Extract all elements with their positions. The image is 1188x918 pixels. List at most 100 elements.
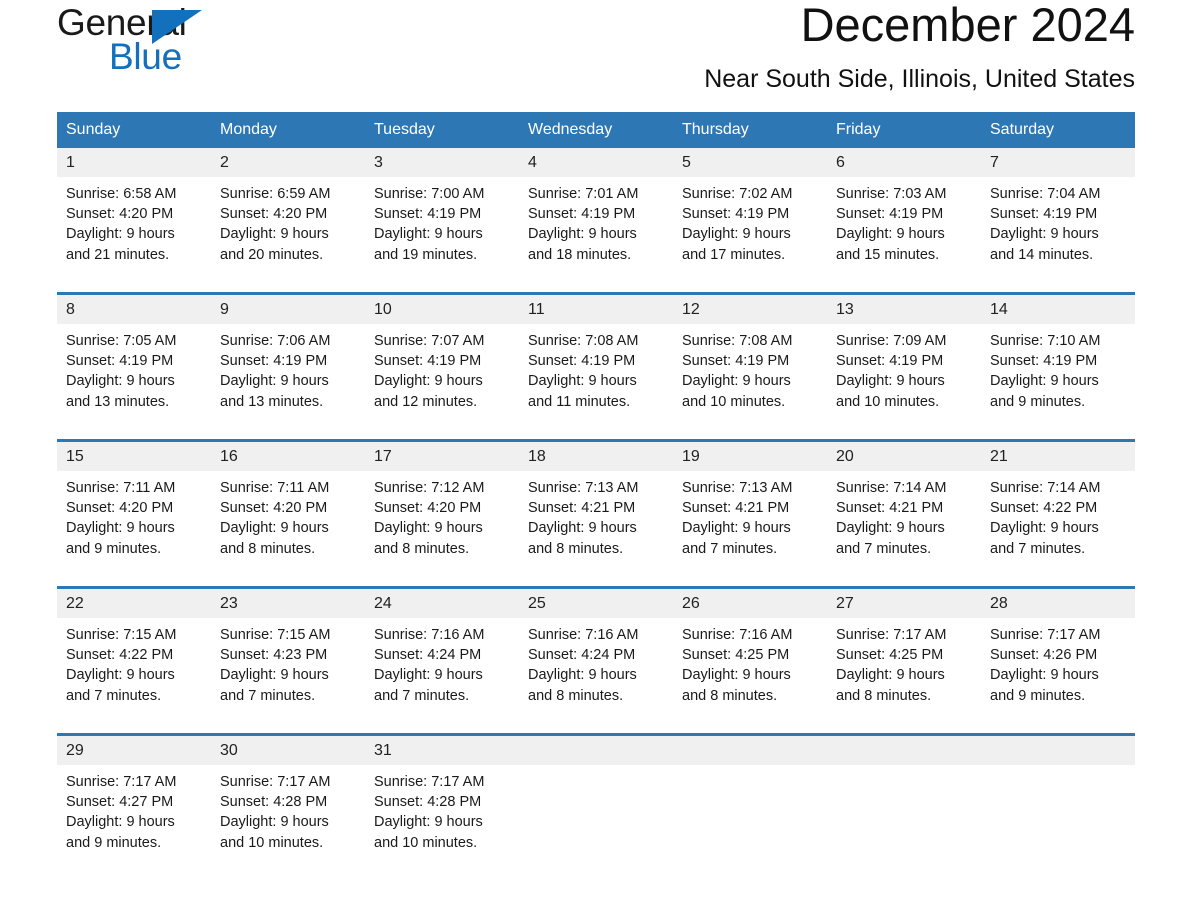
- day-number-cell[interactable]: 12: [673, 292, 827, 324]
- day-detail-cell[interactable]: Sunrise: 7:00 AM Sunset: 4:19 PM Daylight:…: [365, 177, 519, 294]
- day-detail-cell[interactable]: Sunrise: 7:10 AM Sunset: 4:19 PM Daylight:…: [981, 324, 1135, 441]
- day-detail-cell[interactable]: Sunrise: 7:02 AM Sunset: 4:19 PM Daylight:…: [673, 177, 827, 294]
- sunrise-text: Sunrise: 7:15 AM: [66, 627, 177, 643]
- general-blue-logo[interactable]: General Blue: [57, 4, 357, 90]
- day-detail-cell[interactable]: Sunrise: 7:03 AM Sunset: 4:19 PM Daylight:…: [827, 177, 981, 294]
- page-header: General Blue December 2024 Near South Si…: [57, 0, 1135, 112]
- day-number-cell[interactable]: 11: [519, 292, 673, 324]
- daylight-text-line2: and 8 minutes.: [220, 540, 316, 557]
- day-detail-cell[interactable]: Sunrise: 7:11 AM Sunset: 4:20 PM Daylight:…: [57, 471, 211, 588]
- weekday-header-sunday: Sunday: [57, 112, 211, 148]
- day-number-cell[interactable]: 21: [981, 439, 1135, 471]
- day-detail-cell[interactable]: Sunrise: 7:08 AM Sunset: 4:19 PM Daylight:…: [519, 324, 673, 441]
- daylight-text-line2: and 12 minutes.: [374, 393, 478, 410]
- daylight-text-line2: and 15 minutes.: [836, 246, 940, 263]
- sunrise-text: Sunrise: 6:58 AM: [66, 186, 177, 202]
- sunset-text: Sunset: 4:28 PM: [374, 794, 482, 811]
- day-detail-cell[interactable]: Sunrise: 6:59 AM Sunset: 4:20 PM Daylight:…: [211, 177, 365, 294]
- daylight-text-line1: Daylight: 9 hours: [990, 226, 1099, 243]
- day-detail-cell[interactable]: Sunrise: 7:07 AM Sunset: 4:19 PM Daylight:…: [365, 324, 519, 441]
- calendar-header-row: Sunday Monday Tuesday Wednesday Thursday…: [57, 112, 1135, 148]
- day-detail-cell[interactable]: Sunrise: 7:12 AM Sunset: 4:20 PM Daylight:…: [365, 471, 519, 588]
- daylight-text-line2: and 9 minutes.: [66, 540, 162, 557]
- calendar-page: General Blue December 2024 Near South Si…: [0, 0, 1188, 918]
- empty-day-detail-cell: [673, 765, 827, 880]
- day-number-cell[interactable]: 19: [673, 439, 827, 471]
- day-detail-cell[interactable]: Sunrise: 7:17 AM Sunset: 4:26 PM Daylight:…: [981, 618, 1135, 735]
- day-number-cell[interactable]: 28: [981, 586, 1135, 618]
- daylight-text-line2: and 7 minutes.: [836, 540, 932, 557]
- logo-text-blue: Blue: [109, 36, 182, 77]
- sunset-text: Sunset: 4:20 PM: [66, 206, 174, 223]
- day-number-cell[interactable]: 24: [365, 586, 519, 618]
- day-detail-cell[interactable]: Sunrise: 7:17 AM Sunset: 4:25 PM Daylight:…: [827, 618, 981, 735]
- sunrise-text: Sunrise: 6:59 AM: [220, 186, 331, 202]
- day-number-cell[interactable]: 23: [211, 586, 365, 618]
- day-number-cell[interactable]: 16: [211, 439, 365, 471]
- day-number-cell[interactable]: 29: [57, 733, 211, 765]
- day-number-cell[interactable]: 7: [981, 148, 1135, 177]
- daylight-text-line2: and 9 minutes.: [66, 834, 162, 851]
- sunset-text: Sunset: 4:25 PM: [836, 647, 944, 664]
- day-number-cell[interactable]: 22: [57, 586, 211, 618]
- day-number-cell[interactable]: 25: [519, 586, 673, 618]
- daylight-text-line2: and 7 minutes.: [990, 540, 1086, 557]
- day-detail-cell[interactable]: Sunrise: 7:17 AM Sunset: 4:28 PM Daylight:…: [365, 765, 519, 880]
- day-detail-cell[interactable]: Sunrise: 7:17 AM Sunset: 4:27 PM Daylight:…: [57, 765, 211, 880]
- day-number-cell[interactable]: 26: [673, 586, 827, 618]
- day-detail-cell[interactable]: Sunrise: 7:14 AM Sunset: 4:22 PM Daylight:…: [981, 471, 1135, 588]
- day-detail-cell[interactable]: Sunrise: 7:01 AM Sunset: 4:19 PM Daylight:…: [519, 177, 673, 294]
- daylight-text-line2: and 14 minutes.: [990, 246, 1094, 263]
- day-number-cell[interactable]: 9: [211, 292, 365, 324]
- daylight-text-line1: Daylight: 9 hours: [374, 814, 483, 831]
- day-detail-cell[interactable]: Sunrise: 7:16 AM Sunset: 4:25 PM Daylight:…: [673, 618, 827, 735]
- day-detail-cell[interactable]: Sunrise: 7:04 AM Sunset: 4:19 PM Daylight:…: [981, 177, 1135, 294]
- day-number-cell[interactable]: 27: [827, 586, 981, 618]
- sunrise-text: Sunrise: 7:16 AM: [528, 627, 639, 643]
- day-number-cell[interactable]: 31: [365, 733, 519, 765]
- day-detail-cell[interactable]: Sunrise: 6:58 AM Sunset: 4:20 PM Daylight:…: [57, 177, 211, 294]
- weekday-header-monday: Monday: [211, 112, 365, 148]
- day-detail-cell[interactable]: Sunrise: 7:08 AM Sunset: 4:19 PM Daylight:…: [673, 324, 827, 441]
- day-number-cell[interactable]: 15: [57, 439, 211, 471]
- day-number-cell[interactable]: 5: [673, 148, 827, 177]
- day-detail-cell[interactable]: Sunrise: 7:16 AM Sunset: 4:24 PM Daylight:…: [365, 618, 519, 735]
- sunrise-text: Sunrise: 7:17 AM: [990, 627, 1101, 643]
- day-number-cell[interactable]: 30: [211, 733, 365, 765]
- day-number-cell[interactable]: 18: [519, 439, 673, 471]
- day-detail-cell[interactable]: Sunrise: 7:13 AM Sunset: 4:21 PM Daylight:…: [673, 471, 827, 588]
- daylight-text-line1: Daylight: 9 hours: [682, 226, 791, 243]
- day-number-cell[interactable]: 8: [57, 292, 211, 324]
- sunrise-text: Sunrise: 7:02 AM: [682, 186, 793, 202]
- sunset-text: Sunset: 4:24 PM: [374, 647, 482, 664]
- day-detail-cell[interactable]: Sunrise: 7:17 AM Sunset: 4:28 PM Daylight:…: [211, 765, 365, 880]
- day-detail-cell[interactable]: Sunrise: 7:06 AM Sunset: 4:19 PM Daylight:…: [211, 324, 365, 441]
- day-number-cell[interactable]: 2: [211, 148, 365, 177]
- day-number-cell[interactable]: 6: [827, 148, 981, 177]
- week-daynumber-row: 15 16 17 18 19 20 21: [57, 439, 1135, 471]
- day-detail-cell[interactable]: Sunrise: 7:11 AM Sunset: 4:20 PM Daylight:…: [211, 471, 365, 588]
- day-detail-cell[interactable]: Sunrise: 7:16 AM Sunset: 4:24 PM Daylight:…: [519, 618, 673, 735]
- daylight-text-line2: and 9 minutes.: [990, 393, 1086, 410]
- sunrise-text: Sunrise: 7:03 AM: [836, 186, 947, 202]
- day-detail-cell[interactable]: Sunrise: 7:05 AM Sunset: 4:19 PM Daylight:…: [57, 324, 211, 441]
- day-detail-cell[interactable]: Sunrise: 7:14 AM Sunset: 4:21 PM Daylight:…: [827, 471, 981, 588]
- day-detail-cell[interactable]: Sunrise: 7:15 AM Sunset: 4:22 PM Daylight:…: [57, 618, 211, 735]
- day-number-cell[interactable]: 10: [365, 292, 519, 324]
- day-number-cell[interactable]: 17: [365, 439, 519, 471]
- day-detail-cell[interactable]: Sunrise: 7:15 AM Sunset: 4:23 PM Daylight:…: [211, 618, 365, 735]
- sunrise-text: Sunrise: 7:09 AM: [836, 333, 947, 349]
- daylight-text-line1: Daylight: 9 hours: [66, 667, 175, 684]
- day-detail-cell[interactable]: Sunrise: 7:13 AM Sunset: 4:21 PM Daylight:…: [519, 471, 673, 588]
- daylight-text-line1: Daylight: 9 hours: [682, 520, 791, 537]
- empty-day-number-cell: [519, 733, 673, 765]
- day-number-cell[interactable]: 13: [827, 292, 981, 324]
- day-number-cell[interactable]: 3: [365, 148, 519, 177]
- day-number-cell[interactable]: 4: [519, 148, 673, 177]
- day-number-cell[interactable]: 20: [827, 439, 981, 471]
- day-number-cell[interactable]: 14: [981, 292, 1135, 324]
- day-number-cell[interactable]: 1: [57, 148, 211, 177]
- week-daynumber-row: 29 30 31: [57, 733, 1135, 765]
- day-detail-cell[interactable]: Sunrise: 7:09 AM Sunset: 4:19 PM Daylight:…: [827, 324, 981, 441]
- sunset-text: Sunset: 4:25 PM: [682, 647, 790, 664]
